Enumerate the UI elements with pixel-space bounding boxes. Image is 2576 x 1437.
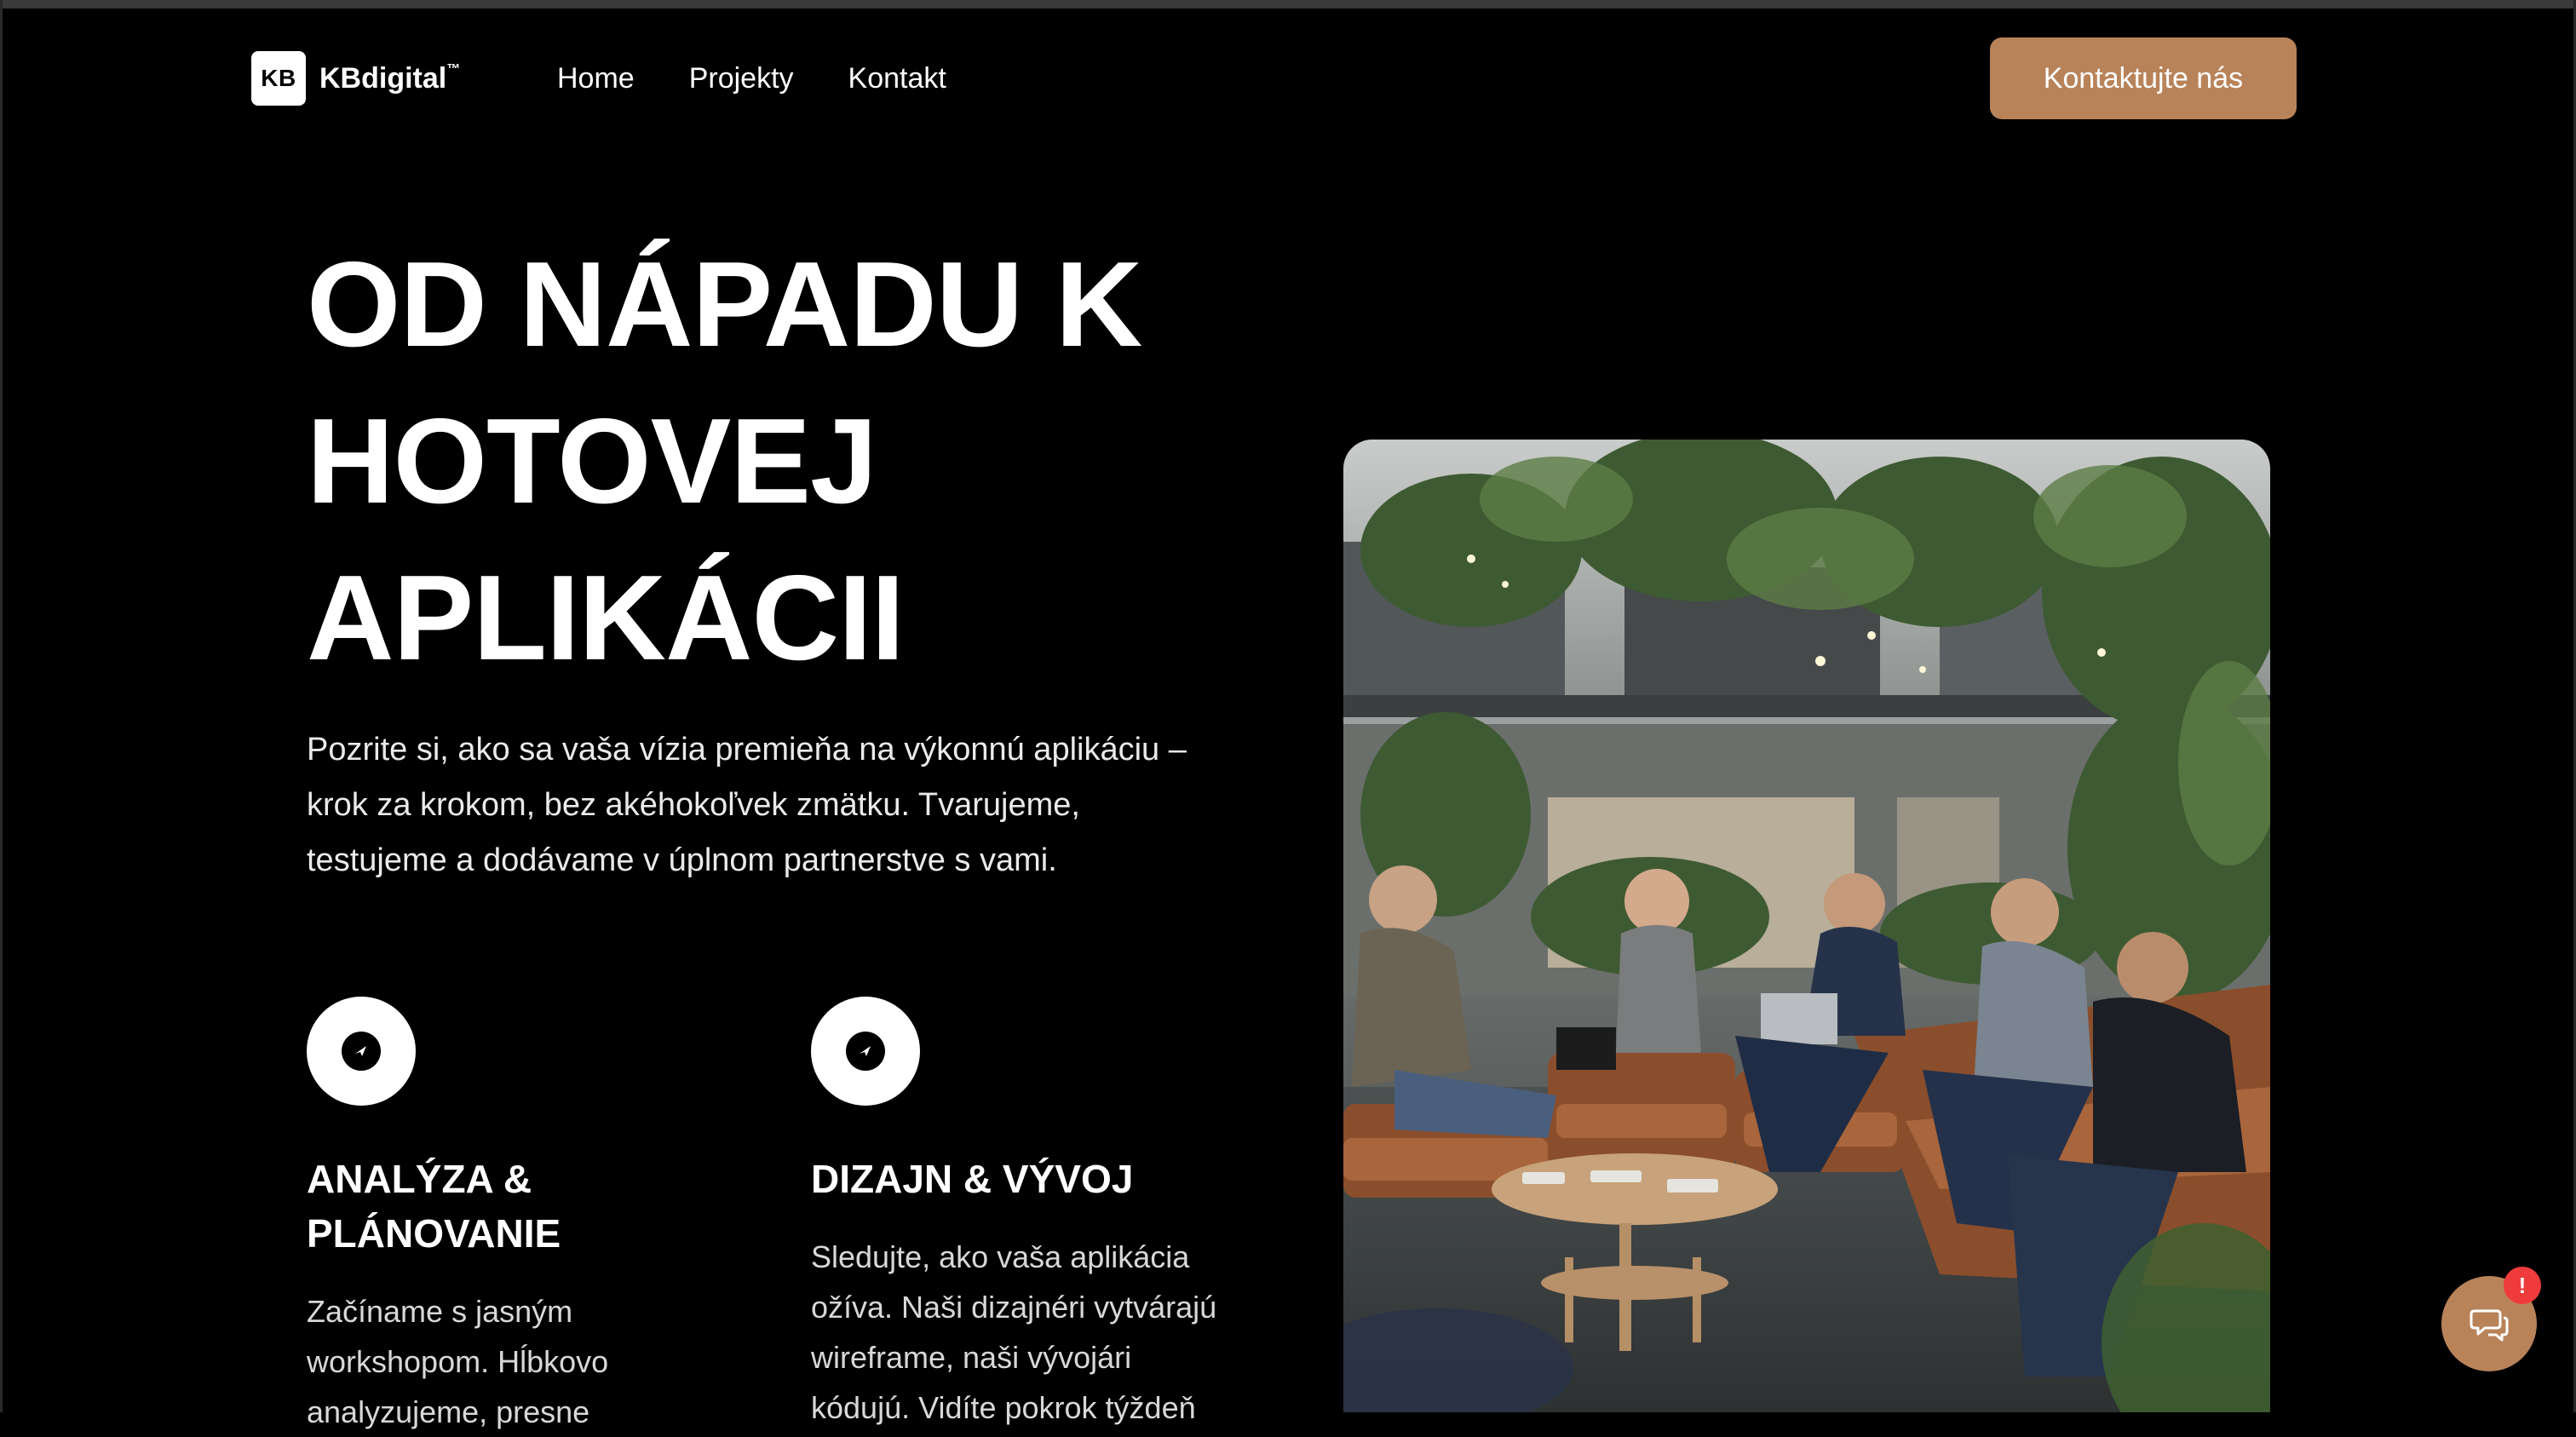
nav-item-kontakt[interactable]: Kontakt (848, 60, 946, 97)
browser-frame-left (0, 0, 3, 1412)
chat-notification-badge: ! (2504, 1267, 2541, 1304)
feature-text-line: workshopom. Hĺbkovo (307, 1344, 609, 1379)
hero-title-line: HOTOVEJ (307, 394, 877, 529)
hero-title: OD NÁPADU K HOTOVEJ APLIKÁCII (307, 227, 1142, 697)
feature-title: ANALÝZA & PLÁNOVANIE (307, 1152, 750, 1261)
hero-image-team-meeting (1343, 440, 2270, 1412)
logo-mark: KB (251, 51, 306, 106)
trademark-symbol: ™ (446, 62, 461, 78)
hero-title-line: OD NÁPADU K (307, 237, 1142, 372)
hero-title-line: APLIKÁCII (307, 550, 905, 686)
main-nav: Home Projekty Kontakt (557, 60, 946, 97)
nav-item-home[interactable]: Home (557, 60, 635, 97)
brand-name-text: KBdigital (319, 61, 447, 95)
feature-title-line: ANALÝZA & (307, 1157, 532, 1201)
hero-subtitle-line: Pozrite si, ako sa vaša vízia premieňa n… (307, 732, 1187, 767)
feature-text-line: Začíname s jasným (307, 1294, 573, 1329)
feature-text-line: wireframe, naši vývojári (811, 1340, 1132, 1375)
feature-text: Začíname s jasným workshopom. Hĺbkovo an… (307, 1286, 750, 1437)
feature-title-line: PLÁNOVANIE (307, 1211, 561, 1256)
feature-analysis: ANALÝZA & PLÁNOVANIE Začíname s jasným w… (307, 997, 608, 1429)
hero-subtitle-line: krok za krokom, bez akéhokoľvek zmätku. … (307, 787, 1080, 823)
browser-frame-top (0, 0, 2576, 9)
nav-item-projekty[interactable]: Projekty (689, 60, 794, 97)
compass-icon (811, 997, 920, 1106)
feature-text-line: kódujú. Vidíte pokrok týždeň (811, 1390, 1196, 1425)
contact-us-button[interactable]: Kontaktujte nás (1990, 37, 2297, 119)
brand-name: KBdigital™ (319, 62, 460, 95)
compass-icon (307, 997, 416, 1106)
feature-text-line: ožíva. Naši dizajnéri vytvárajú (811, 1290, 1217, 1325)
hero-subtitle: Pozrite si, ako sa vaša vízia premieňa n… (307, 722, 1261, 888)
logo-link[interactable]: KB KBdigital™ (251, 51, 460, 106)
hero-subtitle-line: testujeme a dodávame v úplnom partnerstv… (307, 842, 1057, 878)
feature-text: Sledujte, ako vaša aplikácia ožíva. Naši… (811, 1232, 1254, 1433)
feature-title-line: DIZAJN & VÝVOJ (811, 1157, 1134, 1201)
feature-text-line: Sledujte, ako vaša aplikácia (811, 1239, 1190, 1274)
feature-design-dev: DIZAJN & VÝVOJ Sledujte, ako vaša apliká… (811, 997, 1216, 1425)
chat-icon (2470, 1309, 2509, 1342)
feature-title: DIZAJN & VÝVOJ (811, 1152, 1254, 1206)
